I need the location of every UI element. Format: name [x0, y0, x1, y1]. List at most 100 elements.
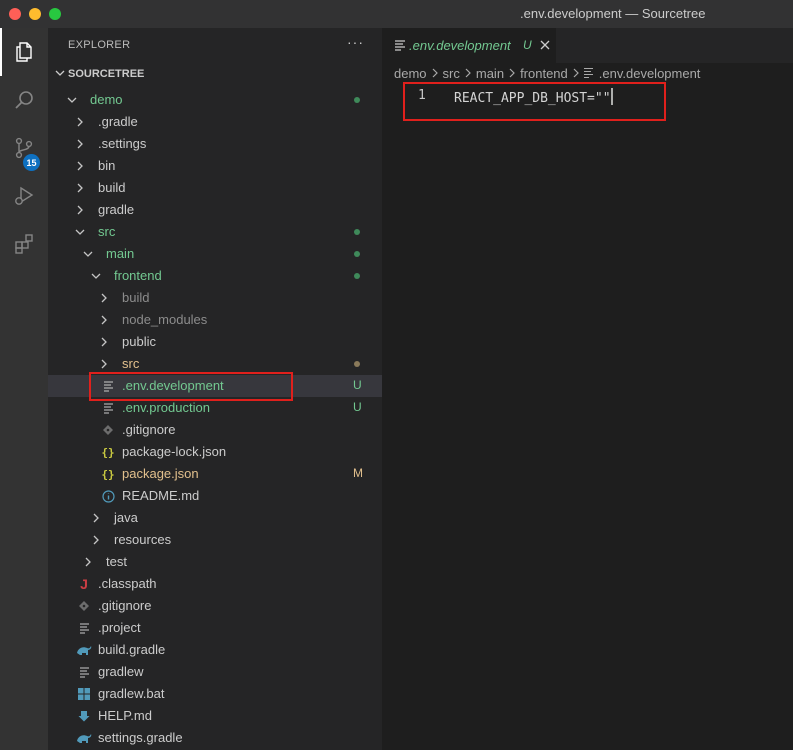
tree-file[interactable]: .gitignore: [48, 595, 382, 617]
tree-folder[interactable]: bin: [48, 155, 382, 177]
tree-item-label: package.json: [122, 466, 199, 481]
tree-folder[interactable]: src: [48, 221, 382, 243]
file-lines-icon: [76, 620, 92, 636]
chevron-right-icon[interactable]: [74, 160, 86, 172]
chevron-down-icon[interactable]: [90, 270, 102, 282]
tab-git-status: U: [523, 38, 532, 52]
tree-item-label: gradlew: [98, 664, 144, 679]
tab-env-development[interactable]: .env.development U: [382, 28, 556, 63]
tree-folder[interactable]: .settings: [48, 133, 382, 155]
java-icon: J: [80, 576, 88, 592]
tree-item-label: .gitignore: [122, 422, 176, 437]
chevron-right-icon[interactable]: [98, 358, 110, 370]
tree-file[interactable]: HELP.md: [48, 705, 382, 727]
info-icon: [100, 488, 116, 504]
search-icon: [15, 91, 33, 109]
tree-file[interactable]: {} package-lock.json: [48, 441, 382, 463]
tree-item-label: HELP.md: [98, 708, 152, 723]
tab-label: .env.development: [409, 38, 511, 53]
tree-file[interactable]: gradlew: [48, 661, 382, 683]
tree-item-label: package-lock.json: [122, 444, 227, 459]
tree-folder[interactable]: public: [48, 331, 382, 353]
tree-folder[interactable]: .gradle: [48, 111, 382, 133]
tree-item-label: .project: [98, 620, 141, 635]
tree-file[interactable]: {} package.json M: [48, 463, 382, 485]
tree-folder[interactable]: build: [48, 287, 382, 309]
title-bar: .env.development — Sourcetree: [0, 0, 793, 28]
chevron-right-icon[interactable]: [98, 314, 110, 326]
tree-file[interactable]: build.gradle: [48, 639, 382, 661]
chevron-right-icon[interactable]: [90, 534, 102, 546]
close-icon[interactable]: [539, 38, 551, 52]
chevron-right-icon[interactable]: [82, 556, 94, 568]
workspace-name: SOURCETREE: [68, 68, 145, 80]
chevron-down-icon[interactable]: [66, 94, 78, 106]
source-control-activity-button[interactable]: 15: [0, 124, 48, 172]
tree-folder[interactable]: frontend: [48, 265, 382, 287]
gradle-icon: [76, 730, 92, 746]
breadcrumb-item[interactable]: src: [443, 66, 460, 81]
chevron-right-icon[interactable]: [74, 116, 86, 128]
chevron-right-icon[interactable]: [98, 336, 110, 348]
window-title: .env.development — Sourcetree: [520, 6, 706, 21]
activity-bar: 15: [0, 28, 48, 750]
breadcrumb-item[interactable]: main: [476, 66, 504, 81]
breadcrumb-separator-icon: [464, 66, 472, 81]
tree-file[interactable]: settings.gradle: [48, 727, 382, 749]
tree-item-label: .gradle: [98, 114, 138, 129]
tree-file[interactable]: README.md: [48, 485, 382, 507]
tree-folder[interactable]: gradle: [48, 199, 382, 221]
breadcrumb-item[interactable]: demo: [394, 66, 427, 81]
git-status-badge: M: [353, 466, 363, 480]
tree-folder[interactable]: build: [48, 177, 382, 199]
editor-tabs: .env.development U: [382, 28, 793, 63]
breadcrumb-item[interactable]: frontend: [520, 66, 568, 81]
workspace-section-header[interactable]: SOURCETREE: [48, 63, 382, 85]
chevron-right-icon[interactable]: [90, 512, 102, 524]
file-tree: demo .gradle .settings bin build gradle src mai…: [48, 89, 382, 749]
chevron-right-icon[interactable]: [74, 204, 86, 216]
highlight-box-code-line: [403, 82, 666, 121]
search-activity-button[interactable]: [0, 76, 48, 124]
git-status-dot: [354, 251, 360, 257]
run-debug-icon: [15, 186, 34, 205]
tree-file[interactable]: .project: [48, 617, 382, 639]
tree-file[interactable]: J .classpath: [48, 573, 382, 595]
chevron-right-icon[interactable]: [74, 182, 86, 194]
more-actions-icon[interactable]: ···: [347, 34, 364, 50]
zoom-window-button[interactable]: [49, 8, 61, 20]
breadcrumb-item[interactable]: .env.development: [599, 66, 701, 81]
tree-item-label: src: [98, 224, 116, 239]
tree-folder[interactable]: demo: [48, 89, 382, 111]
tree-folder[interactable]: test: [48, 551, 382, 573]
highlight-box-selected-file: [89, 372, 293, 401]
tree-folder[interactable]: main: [48, 243, 382, 265]
tree-folder[interactable]: node_modules: [48, 309, 382, 331]
file-lines-icon: [395, 40, 405, 51]
chevron-down-icon[interactable]: [74, 226, 86, 238]
tree-folder[interactable]: resources: [48, 529, 382, 551]
chevron-down-icon[interactable]: [82, 248, 94, 260]
gradle-icon: [76, 642, 92, 658]
tree-item-label: demo: [90, 92, 123, 107]
tree-file[interactable]: gradlew.bat: [48, 683, 382, 705]
tree-item-label: bin: [98, 158, 116, 173]
extensions-activity-button[interactable]: [0, 220, 48, 268]
windows-icon: [76, 686, 92, 702]
json-braces-icon: {}: [101, 445, 115, 459]
breadcrumb-separator-icon: [572, 66, 580, 81]
close-window-button[interactable]: [9, 8, 21, 20]
tree-item-label: gradle: [98, 202, 135, 217]
tree-file[interactable]: .gitignore: [48, 419, 382, 441]
explorer-activity-button[interactable]: [0, 28, 48, 76]
chevron-right-icon[interactable]: [74, 138, 86, 150]
tree-folder[interactable]: java: [48, 507, 382, 529]
tree-item-label: node_modules: [122, 312, 208, 327]
minimize-window-button[interactable]: [29, 8, 41, 20]
tree-item-label: README.md: [122, 488, 200, 503]
files-icon: [16, 42, 32, 62]
run-debug-activity-button[interactable]: [0, 172, 48, 220]
chevron-right-icon[interactable]: [98, 292, 110, 304]
file-lines-icon: [100, 400, 116, 416]
tree-item-label: build.gradle: [98, 642, 166, 657]
